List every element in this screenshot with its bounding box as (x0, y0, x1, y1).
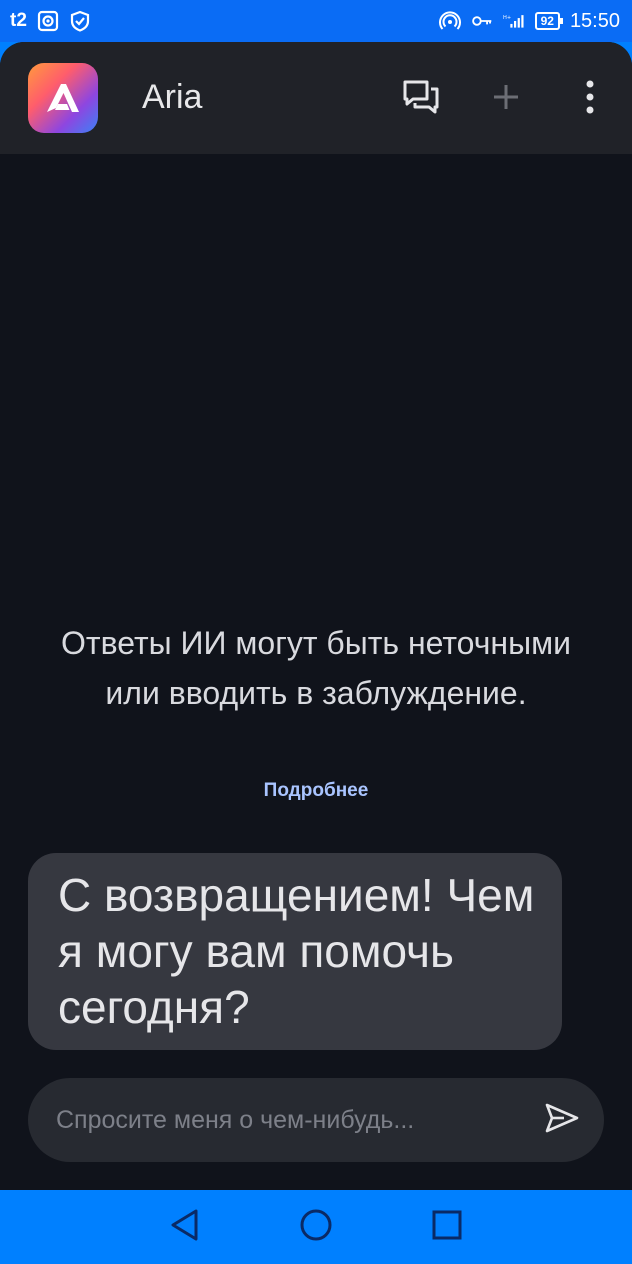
new-chat-button[interactable] (485, 78, 527, 120)
hotspot-icon (438, 10, 461, 32)
learn-more-link[interactable]: Подробнее (0, 780, 632, 802)
top-app-bar: Aria (0, 42, 632, 154)
chats-icon (401, 77, 441, 122)
home-button[interactable] (292, 1203, 340, 1251)
message-input[interactable] (56, 1105, 540, 1135)
send-button[interactable] (540, 1098, 584, 1142)
status-bar: t2 H+ 92 15:50 (0, 0, 632, 42)
signal-icon: H+ (503, 10, 525, 32)
message-composer (28, 1078, 604, 1162)
send-icon (544, 1102, 580, 1139)
plus-icon (489, 80, 523, 119)
app-title: Aria (142, 78, 203, 116)
ai-disclaimer: Ответы ИИ могут быть неточными или вводи… (61, 625, 571, 711)
battery-indicator: 92 (534, 12, 564, 30)
svg-text:H+: H+ (503, 15, 511, 21)
chats-button[interactable] (400, 78, 442, 120)
vpn-key-icon (471, 10, 493, 32)
assistant-message-bubble: С возвращением! Чем я могу вам помочь се… (28, 853, 562, 1050)
more-vertical-icon (583, 79, 597, 120)
app-window: Aria Ответы ИИ могут быть неточными или … (0, 42, 632, 1190)
recents-icon (431, 1209, 463, 1246)
system-nav-bar (0, 1190, 632, 1264)
carrier-label: t2 (10, 10, 27, 31)
more-options-button[interactable] (569, 78, 611, 120)
status-time: 15:50 (569, 9, 620, 32)
home-icon (299, 1208, 333, 1247)
shield-icon (69, 10, 91, 32)
screen-record-icon (37, 10, 59, 32)
back-icon (169, 1208, 201, 1247)
recents-button[interactable] (423, 1203, 471, 1251)
back-button[interactable] (161, 1203, 209, 1251)
status-bar-left: t2 (10, 10, 91, 32)
aria-logo-icon (28, 63, 98, 133)
status-bar-right: H+ 92 15:50 (438, 9, 620, 33)
